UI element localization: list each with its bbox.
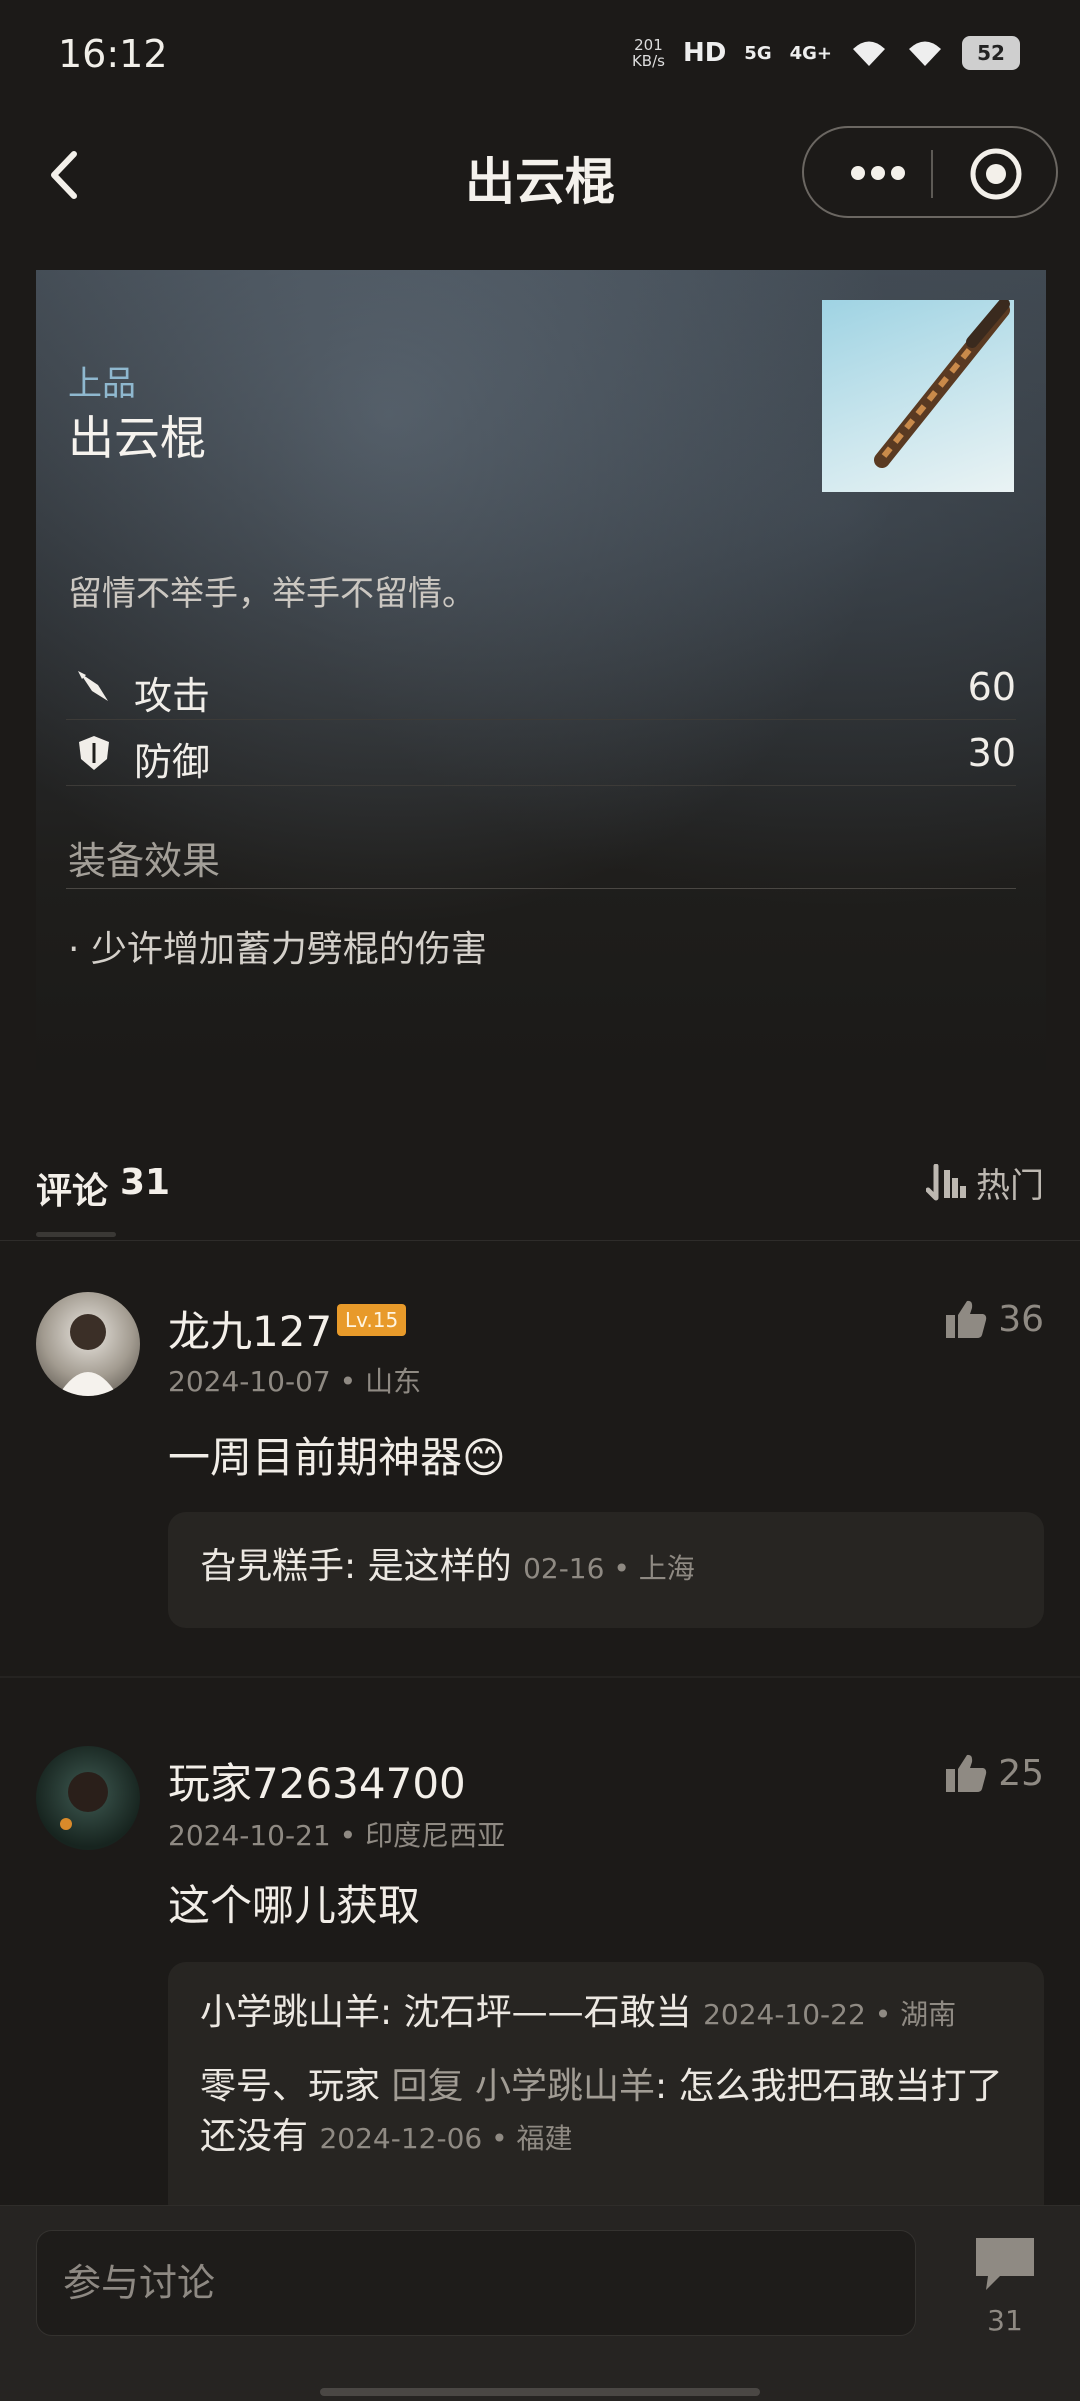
comment-meta: 2024-10-21 • 印度尼西亚 [168,1819,506,1852]
stat-row-attack: 攻击 60 [66,655,1016,720]
comment-location: 山东 [365,1365,422,1398]
tab-comments[interactable]: 评论 [36,1162,108,1214]
avatar-image [58,1314,118,1396]
reply-to-user[interactable]: 小学跳山羊 [475,2066,655,2107]
item-flavor-text: 留情不举手，举手不留情。 [68,574,476,614]
stat-value: 30 [967,731,1016,775]
wifi-icon [853,41,885,66]
chat-bubble-icon [976,2238,1034,2290]
stat-label: 攻击 [134,674,211,718]
more-options-icon[interactable] [838,148,918,198]
comment-date: 2024-10-21 [168,1819,331,1852]
laugh-emoji: 😊 [462,1433,506,1482]
status-bar: 16:12 201 KB/s HD 5G 4G+ 52 [0,0,1080,110]
sort-hot-button[interactable]: 热门 [926,1158,1044,1207]
comment-count: 31 [987,2304,1023,2337]
status-time: 16:12 [58,32,168,76]
reply-item: 旮旯糕手: 是这样的 02-16 • 上海 [200,1546,695,1587]
avatar-image [60,1772,108,1830]
comment-username[interactable]: 龙九127 [168,1298,332,1359]
stat-row-defense: 防御 30 [66,721,1016,786]
close-miniprogram-icon[interactable] [968,146,1024,202]
reply-box[interactable]: 旮旯糕手: 是这样的 02-16 • 上海 [168,1512,1044,1628]
like-count: 36 [998,1298,1044,1340]
reply-user[interactable]: 小学跳山羊 [200,1992,380,2033]
reply-text: 沈石坪——石敢当 [403,1992,692,2033]
item-card: 上品 出云棍 留情不举手，举手不留情。 攻击 60 防御 30 装备效果 · 少… [36,270,1046,1070]
comments-count: 31 [120,1162,171,1203]
hd-icon: HD [682,38,727,68]
thumbs-up-icon [946,1754,987,1792]
network-speed-unit: KB/s [631,52,665,70]
stat-label: 防御 [134,740,211,784]
home-indicator [320,2388,760,2396]
comment-meta: 2024-10-07 • 山东 [168,1365,422,1398]
signal-5g-icon: 5G [744,42,772,64]
comment-body: 一周目前期神器 [168,1433,463,1482]
reply-box[interactable]: 小学跳山羊: 沈石坪——石敢当 2024-10-22 • 湖南 零号、玩家 回复… [168,1962,1044,2222]
reply-user[interactable]: 旮旯糕手 [200,1546,344,1587]
capsule-divider [931,150,933,198]
reply-location: 湖南 [900,1998,957,2031]
reply-date: 2024-12-06 [319,2122,483,2155]
effects-title: 装备效果 [68,839,221,883]
stat-value: 60 [967,665,1016,709]
like-button[interactable]: 36 [944,1298,1044,1340]
level-badge: Lv.15 [337,1304,407,1336]
shield-icon [79,736,109,770]
tab-underline [36,1232,116,1237]
avatar[interactable] [36,1746,140,1850]
nav-bar: 出云棍 [0,120,1080,230]
comments-header: 评论 31 热门 [0,1120,1080,1241]
effects-divider [66,888,1016,889]
signal-4g-icon: 4G+ [789,42,832,64]
comment-text: 一周目前期神器😊 [168,1424,506,1485]
item-image [822,300,1014,492]
comment-divider [0,1676,1080,1678]
staff-illustration [874,300,1010,468]
reply-user[interactable]: 零号、玩家 [200,2066,380,2107]
status-icons: 201 KB/s HD 5G 4G+ 52 [632,36,1020,70]
battery-icon: 52 [962,36,1020,70]
reply-date: 02-16 [523,1552,605,1585]
item-grade: 上品 [68,364,136,404]
reply-item: 小学跳山羊: 沈石坪——石敢当 2024-10-22 • 湖南 [200,1992,957,2033]
sword-icon [78,671,108,701]
reply-word: 回复 [391,2066,464,2107]
reply-text: 是这样的 [367,1546,512,1587]
avatar[interactable] [36,1292,140,1396]
comment-text: 这个哪儿获取 [168,1881,421,1930]
thumbs-up-icon [946,1300,987,1338]
reply-date: 2024-10-22 [703,1998,866,2031]
item-name: 出云棍 [68,411,206,465]
like-button[interactable]: 25 [944,1752,1044,1794]
comment-username[interactable]: 玩家72634700 [168,1750,466,1811]
sort-label: 热门 [976,1166,1044,1206]
reply-item: 零号、玩家 回复 小学跳山羊: 怎么我把石敢当打了还没有 2024-12-06 … [200,2066,1003,2157]
discussion-input[interactable]: 参与讨论 [36,2230,916,2336]
sort-icon [926,1163,966,1200]
wifi-icon [909,41,941,66]
like-count: 25 [998,1752,1044,1794]
comment-location: 印度尼西亚 [365,1819,506,1852]
network-speed-value: 201 [634,36,663,54]
comments-button[interactable]: 31 [966,2234,1044,2337]
network-speed: 201 KB/s [632,37,665,69]
reply-location: 上海 [638,1552,695,1585]
reply-location: 福建 [516,2122,573,2155]
effect-item: · 少许增加蓄力劈棍的伤害 [68,929,487,970]
comment-date: 2024-10-07 [168,1365,331,1398]
bottom-bar: 参与讨论 31 [0,2205,1080,2401]
mini-program-capsule [802,126,1058,218]
